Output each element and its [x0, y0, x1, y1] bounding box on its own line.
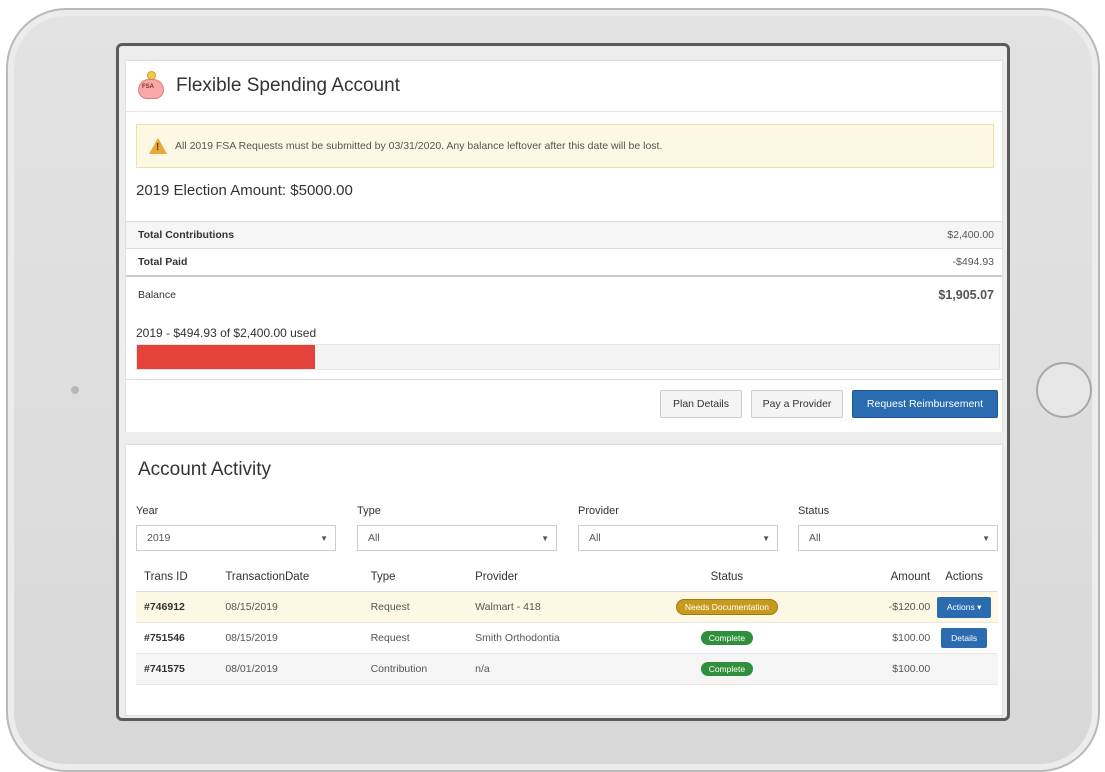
details-button[interactable]: Details	[941, 628, 988, 648]
election-amount: 2019 Election Amount: $5000.00	[136, 182, 353, 199]
column-header-amount: Amount	[890, 571, 931, 583]
filter-label-provider: Provider	[578, 505, 619, 517]
table-header: Trans ID TransactionDate Type Provider S…	[136, 563, 998, 592]
chevron-down-icon: ▼	[762, 534, 770, 543]
column-header-status: Status	[710, 571, 744, 583]
chevron-down-icon: ▼	[541, 534, 549, 543]
summary-value: $2,400.00	[947, 229, 994, 241]
deadline-alert: ! All 2019 FSA Requests must be submitte…	[136, 124, 994, 168]
piggy-bank-icon: FSA	[138, 71, 164, 99]
piggy-bank-label: FSA	[142, 84, 154, 90]
transaction-date: 08/15/2019	[225, 632, 278, 644]
status-badge: Needs Documentation	[675, 599, 778, 615]
summary-value: -$494.93	[952, 256, 994, 268]
fsa-card: FSA Flexible Spending Account ! All 2019…	[125, 60, 1003, 432]
trans-id: #751546	[144, 632, 185, 644]
page-title: Flexible Spending Account	[176, 75, 400, 96]
type-select[interactable]: All ▼	[357, 525, 557, 551]
trans-id: #741575	[144, 663, 185, 675]
card-footer: Plan Details Pay a Provider Request Reim…	[126, 379, 1002, 432]
trans-id: #746912	[144, 601, 185, 613]
pay-provider-button[interactable]: Pay a Provider	[751, 390, 843, 418]
tablet-screen: FSA Flexible Spending Account ! All 2019…	[116, 43, 1010, 721]
status-select-value: All	[809, 532, 821, 544]
summary-row-contributions: Total Contributions $2,400.00	[126, 221, 1002, 248]
actions-dropdown-button[interactable]: Actions ▾	[936, 596, 992, 618]
column-header-actions: Actions	[945, 571, 983, 583]
filter-label-year: Year	[136, 505, 159, 517]
usage-text: 2019 - $494.93 of $2,400.00 used	[136, 326, 317, 340]
home-button[interactable]	[1036, 362, 1092, 418]
status-badge: Complete	[700, 662, 754, 676]
usage-progress-bar	[136, 344, 1000, 370]
provider-name: Walmart - 418	[475, 601, 541, 613]
chevron-down-icon: ▼	[320, 534, 328, 543]
status-cell: Complete	[630, 662, 824, 676]
status-badge: Complete	[700, 631, 754, 645]
transaction-amount: -$120.00	[888, 601, 931, 613]
provider-name: n/a	[475, 663, 490, 675]
summary-label: Total Contributions	[138, 229, 235, 241]
chevron-down-icon: ▼	[982, 534, 990, 543]
column-header-trans-id: Trans ID	[144, 571, 188, 583]
activity-filters: Year 2019 ▼ Type All ▼ Provider All ▼ St…	[136, 505, 998, 555]
camera-dot	[71, 386, 79, 394]
request-reimbursement-button[interactable]: Request Reimbursement	[852, 390, 998, 418]
provider-select[interactable]: All ▼	[578, 525, 778, 551]
column-header-date: TransactionDate	[225, 571, 310, 583]
transaction-type: Contribution	[370, 663, 428, 675]
plan-details-button[interactable]: Plan Details	[660, 390, 742, 418]
column-header-provider: Provider	[475, 571, 518, 583]
table-row: #741575 08/01/2019 Contribution n/a Comp…	[136, 654, 998, 685]
year-select-value: 2019	[147, 532, 171, 544]
status-cell: Complete	[630, 631, 824, 645]
usage-progress-fill	[137, 345, 315, 369]
summary-label: Balance	[138, 289, 176, 301]
summary-value: $1,905.07	[938, 288, 994, 302]
transaction-date: 08/01/2019	[225, 663, 278, 675]
warning-icon: !	[149, 138, 167, 154]
provider-select-value: All	[589, 532, 601, 544]
summary-row-paid: Total Paid -$494.93	[126, 248, 1002, 277]
filter-label-type: Type	[357, 505, 381, 517]
summary-row-balance: Balance $1,905.07	[126, 277, 1002, 313]
table-row: #751546 08/15/2019 Request Smith Orthodo…	[136, 623, 998, 654]
status-cell: Needs Documentation	[630, 599, 824, 615]
year-select[interactable]: 2019 ▼	[136, 525, 336, 551]
summary-label: Total Paid	[138, 256, 188, 268]
account-activity-title: Account Activity	[138, 459, 272, 480]
account-activity-card: Account Activity Year 2019 ▼ Type All ▼ …	[125, 444, 1003, 716]
transaction-date: 08/15/2019	[225, 601, 278, 613]
filter-label-status: Status	[798, 505, 830, 517]
actions-cell: Details	[930, 628, 998, 648]
type-select-value: All	[368, 532, 380, 544]
card-header: FSA Flexible Spending Account	[126, 61, 1002, 112]
transaction-type: Request	[370, 632, 410, 644]
transaction-amount: $100.00	[892, 663, 931, 675]
column-header-type: Type	[370, 571, 396, 583]
status-select[interactable]: All ▼	[798, 525, 998, 551]
table-row: #746912 08/15/2019 Request Walmart - 418…	[136, 592, 998, 623]
actions-cell: Actions ▾	[930, 596, 998, 618]
transaction-amount: $100.00	[892, 632, 931, 644]
summary-table: Total Contributions $2,400.00 Total Paid…	[126, 221, 1002, 313]
activity-table: Trans ID TransactionDate Type Provider S…	[136, 563, 998, 685]
alert-text: All 2019 FSA Requests must be submitted …	[175, 140, 663, 152]
provider-name: Smith Orthodontia	[475, 632, 560, 644]
transaction-type: Request	[370, 601, 410, 613]
